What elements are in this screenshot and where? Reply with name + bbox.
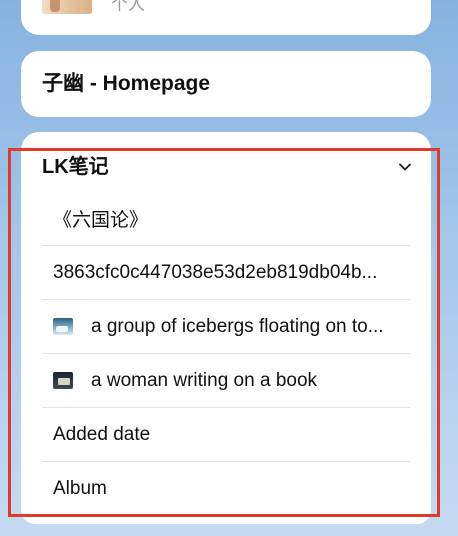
list-item-label: 3863cfc0c447038e53d2eb819db04b... (53, 261, 378, 283)
list-item-label: a woman writing on a book (91, 369, 318, 391)
profile-thumbnail (42, 0, 92, 14)
chevron-down-icon[interactable] (399, 161, 411, 173)
list-item-label: 《六国论》 (53, 210, 149, 231)
notes-section-header[interactable]: LK笔记 (42, 152, 431, 182)
profile-card[interactable]: 个人 (21, 0, 431, 35)
notes-section-title: LK笔记 (42, 156, 109, 178)
notes-list: 《六国论》 3863cfc0c447038e53d2eb819db04b... … (42, 192, 410, 516)
profile-subtitle: 个人 (111, 0, 145, 14)
list-item-liuguolun[interactable]: 《六国论》 (42, 192, 410, 246)
list-item-hash[interactable]: 3863cfc0c447038e53d2eb819db04b... (42, 246, 410, 300)
homepage-title: 子幽 - Homepage (42, 72, 211, 95)
list-item-label: Album (53, 478, 107, 499)
list-item-woman-writing[interactable]: a woman writing on a book (42, 354, 410, 408)
writing-thumbnail-icon (53, 372, 73, 389)
list-item-album[interactable]: Album (42, 462, 410, 516)
icebergs-thumbnail-icon (53, 318, 73, 335)
list-item-added-date[interactable]: Added date (42, 408, 410, 462)
list-item-icebergs[interactable]: a group of icebergs floating on to... (42, 300, 410, 354)
list-item-label: a group of icebergs floating on to... (91, 315, 384, 337)
homepage-card[interactable]: 子幽 - Homepage (21, 51, 431, 117)
notes-section-card: LK笔记 《六国论》 3863cfc0c447038e53d2eb819db04… (21, 132, 431, 524)
list-item-label: Added date (53, 423, 151, 445)
